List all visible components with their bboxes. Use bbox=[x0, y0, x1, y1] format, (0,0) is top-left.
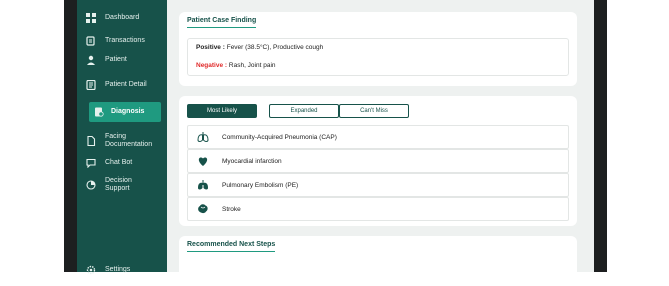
diagnosis-label: Stroke bbox=[222, 205, 241, 213]
recommended-next-steps-card: Recommended Next Steps bbox=[179, 236, 577, 286]
background-right bbox=[607, 0, 669, 272]
decision-support-icon bbox=[85, 179, 97, 191]
sidebar-item-patient[interactable]: Patient bbox=[85, 54, 165, 66]
finding-box: Positive : Fever (38.5°C), Productive co… bbox=[187, 38, 569, 76]
card-title: Recommended Next Steps bbox=[187, 241, 276, 252]
card-title: Patient Case Finding bbox=[187, 17, 257, 28]
sidebar-item-label: Transactions bbox=[105, 37, 145, 44]
transactions-icon bbox=[85, 35, 97, 47]
differential-diagnosis-card: Most Likely Expanded Can't Miss Communit… bbox=[179, 96, 577, 226]
heart-icon bbox=[196, 154, 210, 168]
sidebar-item-label: Decision Support bbox=[105, 177, 132, 192]
settings-icon bbox=[85, 264, 97, 276]
lungs-icon bbox=[196, 130, 210, 144]
sidebar-item-transactions[interactable]: Transactions bbox=[85, 35, 165, 47]
tab-cant-miss[interactable]: Can't Miss bbox=[339, 104, 409, 118]
positive-label: Positive : bbox=[196, 44, 225, 51]
patient-detail-icon bbox=[85, 79, 97, 91]
sidebar-item-patient-detail[interactable]: Patient Detail bbox=[85, 79, 165, 91]
sidebar-item-dashboard[interactable]: Dashboard bbox=[85, 12, 165, 24]
tab-expanded[interactable]: Expanded bbox=[269, 104, 339, 118]
positive-value: Fever (38.5°C), Productive cough bbox=[226, 44, 324, 51]
sidebar-item-label: Diagnosis bbox=[111, 108, 145, 115]
sidebar-item-decision-support[interactable]: Decision Support bbox=[85, 177, 165, 193]
sidebar-item-label: Settings bbox=[105, 266, 131, 273]
device-bezel-right bbox=[594, 0, 607, 272]
sidebar-item-settings[interactable]: Settings bbox=[85, 264, 165, 276]
sidebar-item-label: Patient Detail bbox=[105, 81, 147, 88]
sidebar-item-label: Dashboard bbox=[105, 14, 140, 21]
diagnosis-label: Myocardial infarction bbox=[222, 157, 282, 165]
diagnosis-row-stroke[interactable]: Stroke bbox=[187, 197, 569, 221]
negative-value: Rash, Joint pain bbox=[228, 62, 276, 69]
sidebar-item-diagnosis[interactable]: Diagnosis bbox=[89, 102, 161, 122]
lungs-clot-icon bbox=[196, 178, 210, 192]
diagnosis-row-mi[interactable]: Myocardial infarction bbox=[187, 149, 569, 173]
diagnosis-icon bbox=[93, 106, 105, 118]
negative-label: Negative : bbox=[196, 62, 228, 69]
positive-findings: Positive : Fever (38.5°C), Productive co… bbox=[196, 44, 323, 51]
tab-most-likely[interactable]: Most Likely bbox=[187, 104, 257, 118]
brain-icon bbox=[196, 202, 210, 216]
documentation-icon bbox=[85, 135, 97, 147]
sidebar-item-label: Chat Bot bbox=[105, 159, 133, 166]
chat-icon bbox=[85, 157, 97, 169]
patient-case-finding-card: Patient Case Finding Positive : Fever (3… bbox=[179, 12, 577, 86]
negative-findings: Negative : Rash, Joint pain bbox=[196, 62, 276, 69]
diagnosis-row-pe[interactable]: Pulmonary Embolism (PE) bbox=[187, 173, 569, 197]
sidebar: Dashboard Transactions Patient Patient D… bbox=[77, 0, 167, 275]
sidebar-item-label: Facing Documentation bbox=[105, 133, 153, 148]
sidebar-item-chat-bot[interactable]: Chat Bot bbox=[85, 157, 165, 169]
diagnosis-row-cap[interactable]: Community-Acquired Pneumonia (CAP) bbox=[187, 125, 569, 149]
main-content: Patient Case Finding Positive : Fever (3… bbox=[167, 0, 594, 286]
sidebar-item-label: Patient bbox=[105, 56, 127, 63]
diagnosis-label: Community-Acquired Pneumonia (CAP) bbox=[222, 133, 337, 141]
sidebar-item-documentation[interactable]: Facing Documentation bbox=[85, 133, 165, 149]
diagnosis-label: Pulmonary Embolism (PE) bbox=[222, 181, 299, 189]
background-left bbox=[0, 0, 64, 272]
patient-icon bbox=[85, 54, 97, 66]
device-bezel-left bbox=[64, 0, 77, 272]
dashboard-icon bbox=[85, 12, 97, 24]
